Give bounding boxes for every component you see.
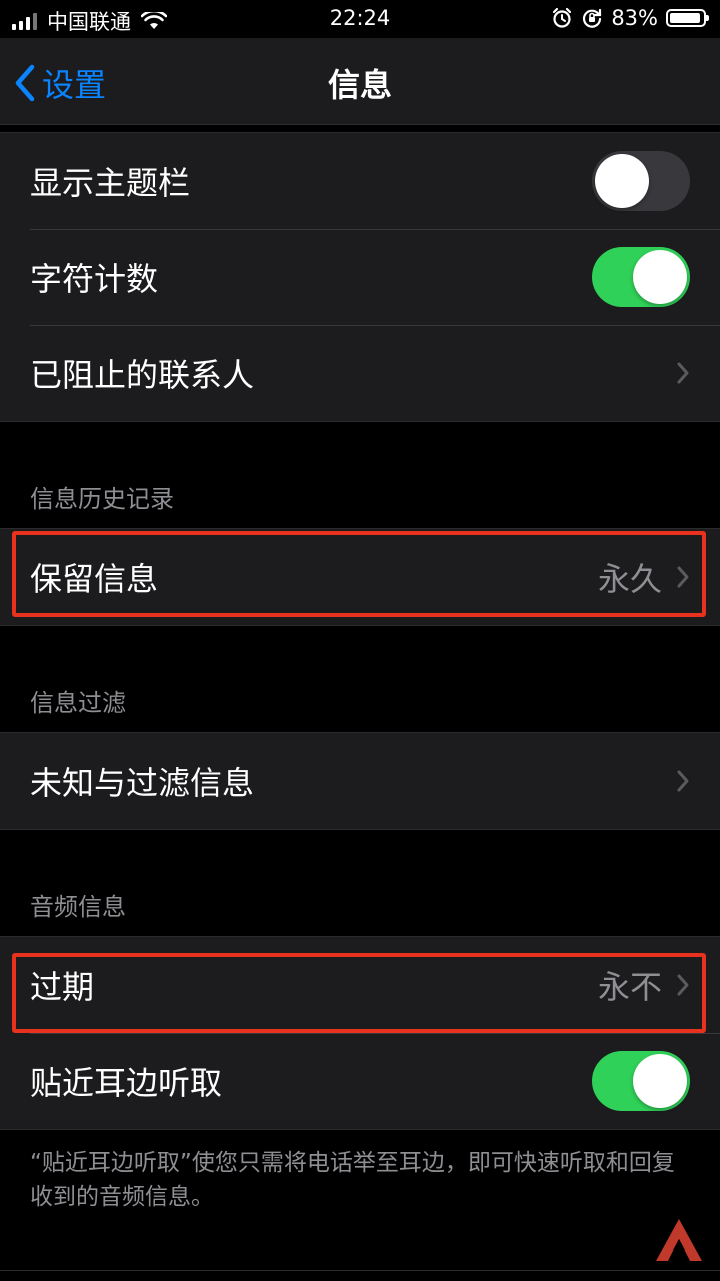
alarm-icon [553,7,572,28]
row-label: 贴近耳边听取 [30,1064,223,1102]
orientation-lock-icon [583,8,602,28]
status-bar: 中国联通 22:24 83% [0,0,720,38]
keep-messages-value: 永久 [597,560,662,598]
bottom-divider [0,1270,720,1271]
chevron-right-icon [677,566,689,588]
page-title: 信息 [327,66,392,104]
section-header: 信息历史记录 [0,422,720,528]
row-label: 已阻止的联系人 [30,356,255,394]
section-header: 音频信息 [0,830,720,936]
expire-value: 永不 [597,968,662,1006]
keep-messages-row[interactable]: 保留信息 永久 [0,529,720,625]
row-label: 过期 [30,968,95,1006]
audio-group: 过期 永不 贴近耳边听取 [0,936,720,1130]
battery-percent: 83% [611,6,658,30]
filter-header: 信息过滤 [30,689,126,717]
history-group: 保留信息 永久 [0,528,720,626]
character-count-row: 字符计数 [0,229,720,325]
battery-icon [666,9,709,27]
status-right: 83% [551,6,709,30]
unknown-filtered-row[interactable]: 未知与过滤信息 [0,733,720,829]
raise-to-listen-toggle[interactable] [592,1051,690,1111]
blocked-contacts-row[interactable]: 已阻止的联系人 [0,325,720,421]
chevron-right-icon [677,770,689,792]
history-header: 信息历史记录 [30,485,174,513]
filter-group: 未知与过滤信息 [0,732,720,830]
battery-fill [670,13,700,23]
row-label: 保留信息 [30,560,159,598]
raise-to-listen-row: 贴近耳边听取 [0,1033,720,1129]
settings-content: 显示主题栏 字符计数 已阻止的联系人 信息历史记录 保留信息 永久 信息过滤 未… [0,125,720,1214]
chevron-right-icon [677,362,689,384]
audio-header: 音频信息 [30,893,126,921]
general-group: 显示主题栏 字符计数 已阻止的联系人 [0,132,720,422]
row-label: 显示主题栏 [30,164,191,202]
row-label: 字符计数 [30,260,159,298]
chevron-right-icon [677,974,689,996]
row-label: 未知与过滤信息 [30,764,255,802]
raise-to-listen-footnote: “贴近耳边听取”使您只需将电话举至耳边，即可快速听取和回复收到的音频信息。 [30,1150,675,1210]
watermark-logo [656,1219,702,1261]
expire-row[interactable]: 过期 永不 [0,937,720,1033]
show-subject-row: 显示主题栏 [0,133,720,229]
navigation-bar: 设置 信息 [0,38,720,125]
section-header: 信息过滤 [0,626,720,732]
show-subject-toggle[interactable] [592,151,690,211]
character-count-toggle[interactable] [592,247,690,307]
